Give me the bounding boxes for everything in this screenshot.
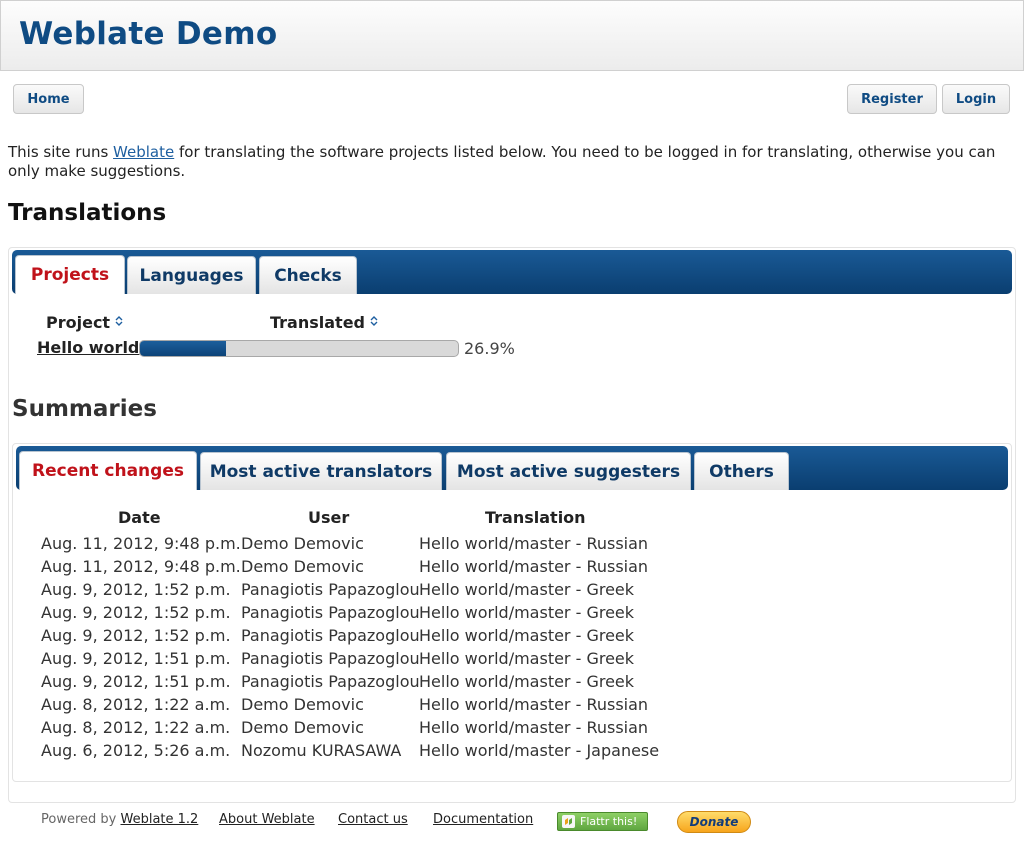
change-user: Panagiotis Papazoglou (241, 580, 420, 599)
translations-heading: Translations (8, 200, 167, 226)
weblate-link[interactable]: Weblate (113, 143, 174, 161)
change-translation: Hello world/master - Russian (419, 695, 649, 714)
change-date: Aug. 9, 2012, 1:52 p.m. (41, 626, 231, 645)
translations-tabbar: Projects Languages Checks (12, 250, 1012, 294)
tab-recent-changes[interactable]: Recent changes (19, 451, 197, 490)
change-translation: Hello world/master - Japanese (419, 741, 660, 760)
change-translation: Hello world/master - Greek (419, 649, 635, 668)
tab-languages[interactable]: Languages (127, 256, 256, 294)
project-link-hello-world[interactable]: Hello world (37, 338, 139, 357)
translation-progress-bar (139, 340, 459, 357)
footer: Powered by Weblate 1.2 About Weblate Con… (0, 808, 1024, 838)
documentation-link[interactable]: Documentation (433, 812, 533, 827)
weblate-version-link[interactable]: Weblate 1.2 (120, 812, 198, 827)
column-header-translated[interactable]: Translated (270, 313, 378, 332)
change-user: Demo Demovic (241, 718, 364, 737)
site-header: Weblate Demo (0, 0, 1024, 71)
change-translation: Hello world/master - Russian (419, 534, 649, 553)
column-header-project[interactable]: Project (46, 313, 123, 332)
change-translation: Hello world/master - Greek (419, 672, 635, 691)
flattr-button[interactable]: Flattr this! (557, 812, 648, 831)
change-user: Panagiotis Papazoglou (241, 672, 420, 691)
change-user: Demo Demovic (241, 557, 364, 576)
column-header-translation: Translation (485, 508, 586, 527)
change-translation: Hello world/master - Greek (419, 626, 635, 645)
change-date: Aug. 9, 2012, 1:51 p.m. (41, 672, 231, 691)
summaries-tabbar: Recent changes Most active translators M… (16, 446, 1008, 490)
site-title[interactable]: Weblate Demo (19, 16, 277, 52)
change-user: Panagiotis Papazoglou (241, 649, 420, 668)
flattr-icon (562, 815, 575, 828)
change-user: Nozomu KURASAWA (241, 741, 402, 760)
intro-text: This site runs Weblate for translating t… (8, 143, 996, 180)
change-date: Aug. 6, 2012, 5:26 a.m. (41, 741, 231, 760)
register-button[interactable]: Register (847, 84, 937, 114)
change-user: Panagiotis Papazoglou (241, 626, 420, 645)
translated-percent: 26.9% (464, 339, 515, 358)
tab-most-active-translators[interactable]: Most active translators (200, 452, 442, 490)
contact-us-link[interactable]: Contact us (338, 812, 408, 827)
change-user: Demo Demovic (241, 695, 364, 714)
change-translation: Hello world/master - Russian (419, 718, 649, 737)
change-date: Aug. 8, 2012, 1:22 a.m. (41, 718, 231, 737)
summaries-heading: Summaries (12, 396, 157, 422)
change-user: Panagiotis Papazoglou (241, 603, 420, 622)
change-translation: Hello world/master - Russian (419, 557, 649, 576)
home-button[interactable]: Home (13, 84, 84, 114)
change-user: Demo Demovic (241, 534, 364, 553)
tab-others[interactable]: Others (694, 452, 789, 490)
sort-icon (370, 316, 378, 326)
change-date: Aug. 11, 2012, 9:48 p.m. (41, 534, 241, 553)
change-date: Aug. 9, 2012, 1:52 p.m. (41, 603, 231, 622)
tab-checks[interactable]: Checks (259, 256, 357, 294)
change-date: Aug. 9, 2012, 1:51 p.m. (41, 649, 231, 668)
change-date: Aug. 8, 2012, 1:22 a.m. (41, 695, 231, 714)
about-weblate-link[interactable]: About Weblate (219, 812, 315, 827)
column-header-user: User (308, 508, 350, 527)
change-date: Aug. 11, 2012, 9:48 p.m. (41, 557, 241, 576)
donate-button[interactable]: Donate (677, 811, 751, 833)
sort-icon (115, 316, 123, 326)
tab-most-active-suggesters[interactable]: Most active suggesters (446, 452, 691, 490)
login-button[interactable]: Login (942, 84, 1010, 114)
change-translation: Hello world/master - Greek (419, 603, 635, 622)
change-date: Aug. 9, 2012, 1:52 p.m. (41, 580, 231, 599)
change-translation: Hello world/master - Greek (419, 580, 635, 599)
tab-projects[interactable]: Projects (15, 255, 125, 294)
progress-fill (140, 341, 226, 356)
column-header-date: Date (118, 508, 161, 527)
